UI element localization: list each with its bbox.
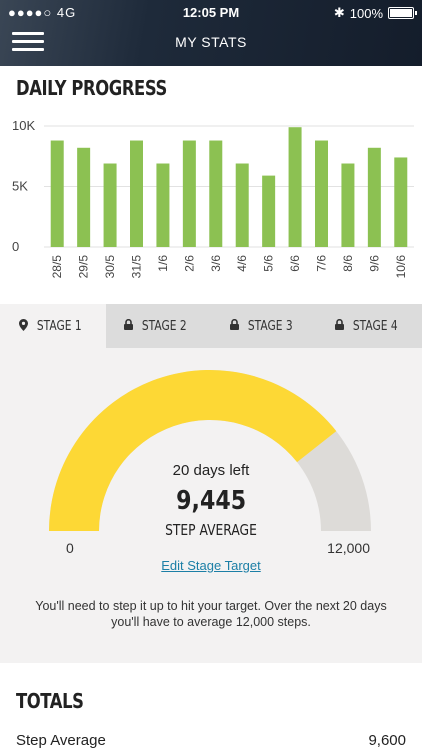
x-tick-label: 3/6 xyxy=(209,255,223,272)
tab-label: STAGE 2 xyxy=(142,318,188,334)
gauge-min: 0 xyxy=(66,540,74,556)
bluetooth-icon: ✱ xyxy=(333,5,345,20)
bar xyxy=(156,163,170,247)
x-tick-label: 1/6 xyxy=(156,255,170,272)
app-header: ●●●●○ 4G 12:05 PM ✱ 100% MY STATS xyxy=(0,0,422,66)
bar xyxy=(103,163,117,247)
x-tick-label: 31/5 xyxy=(130,255,144,279)
daily-progress-title: DAILY PROGRESS xyxy=(16,76,167,100)
x-tick-label: 6/6 xyxy=(288,255,302,272)
days-left: 20 days left xyxy=(172,462,250,479)
x-tick-label: 5/6 xyxy=(262,255,276,272)
y-tick-label: 0 xyxy=(12,239,19,254)
x-tick-label: 9/6 xyxy=(367,255,381,272)
status-right: ✱ 100% xyxy=(333,5,417,21)
bar-chart-svg: 0 5K 10K 28/5 29/5 30/5 31/5 1/6 2/6 3/6 4/6 5/6 6/6… xyxy=(12,118,414,279)
x-tick-label: 10/6 xyxy=(394,255,408,279)
page-title: MY STATS xyxy=(175,34,247,50)
location-pin-icon xyxy=(18,318,28,334)
x-tick-label: 8/6 xyxy=(341,255,355,272)
bar xyxy=(50,140,64,247)
step-average-value: 9,445 xyxy=(176,486,246,516)
tab-stage-1[interactable]: STAGE 1 xyxy=(0,304,106,348)
totals-row: Step Average 9,600 xyxy=(16,732,406,749)
tab-label: STAGE 3 xyxy=(247,318,293,334)
tab-stage-3[interactable]: STAGE 3 xyxy=(211,304,317,348)
status-bar: ●●●●○ 4G 12:05 PM ✱ 100% xyxy=(0,4,422,22)
edit-stage-target-link[interactable]: Edit Stage Target xyxy=(0,558,422,573)
bar xyxy=(235,163,249,247)
x-tick-label: 2/6 xyxy=(182,255,196,272)
stage-panel: 20 days left 9,445 STEP AVERAGE 0 12,000… xyxy=(0,348,422,663)
lock-icon xyxy=(124,318,134,333)
bar xyxy=(130,140,143,247)
totals-row-value: 9,600 xyxy=(368,732,406,749)
battery-percent: 100% xyxy=(349,5,383,21)
tab-label: STAGE 4 xyxy=(353,318,399,334)
step-average-label: STEP AVERAGE xyxy=(165,521,257,539)
target-info-text: You'll need to step it up to hit your ta… xyxy=(35,599,387,629)
battery-icon xyxy=(388,7,417,19)
bar xyxy=(262,175,276,247)
x-tick-label: 29/5 xyxy=(77,255,91,279)
bar xyxy=(394,157,408,247)
bar xyxy=(367,147,381,247)
lock-icon xyxy=(335,318,345,333)
bar xyxy=(288,127,302,247)
y-tick-label: 10K xyxy=(12,118,35,133)
y-tick-label: 5K xyxy=(12,179,28,194)
tab-label: STAGE 1 xyxy=(36,318,82,334)
bar xyxy=(341,163,355,247)
gauge-max: 12,000 xyxy=(327,540,370,556)
bar xyxy=(182,140,196,247)
x-tick-label: 4/6 xyxy=(235,255,249,272)
lock-icon xyxy=(229,318,239,333)
bar xyxy=(315,140,328,247)
x-tick-label: 28/5 xyxy=(50,255,64,279)
daily-progress-chart: 0 5K 10K 28/5 29/5 30/5 31/5 1/6 2/6 3/6 4/6 5/6 6/6… xyxy=(0,110,422,300)
tab-stage-2[interactable]: STAGE 2 xyxy=(106,304,212,348)
bar xyxy=(209,140,223,247)
x-tick-label: 30/5 xyxy=(103,255,117,279)
tab-stage-4[interactable]: STAGE 4 xyxy=(317,304,422,348)
bar xyxy=(77,147,91,247)
totals-title: TOTALS xyxy=(16,689,84,713)
stage-tabs: STAGE 1 STAGE 2 STAGE 3 STAGE 4 xyxy=(0,304,422,348)
x-tick-label: 7/6 xyxy=(315,255,329,272)
totals-row-label: Step Average xyxy=(16,732,106,749)
